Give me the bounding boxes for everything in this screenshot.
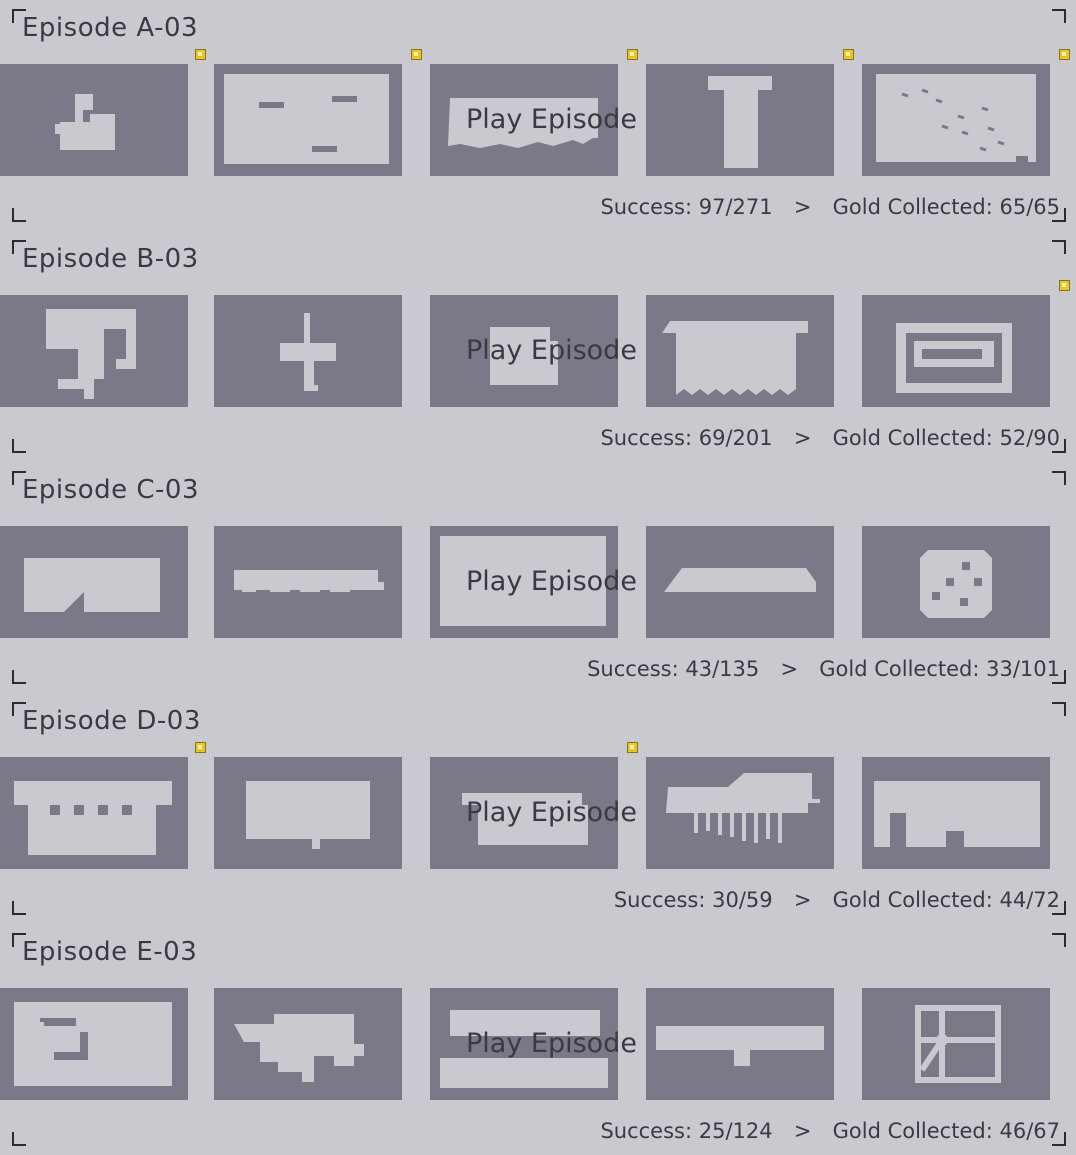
level-map-icon (896, 323, 1012, 393)
episode-title: Episode B-03 (22, 244, 199, 274)
success-count: Success: 30/59 (613, 888, 773, 912)
level-map-icon (708, 76, 772, 168)
level-map-icon (224, 74, 389, 164)
episode-title: Episode C-03 (22, 475, 199, 505)
episode-title: Episode D-03 (22, 706, 201, 736)
episode-row: Episode A-03 Play Episode Success: 97/27… (0, 0, 1076, 231)
success-count: Success: 97/271 (600, 195, 773, 219)
success-count: Success: 69/201 (600, 426, 773, 450)
episode-row: Episode E-03 Play Episode Success: 25/12… (0, 924, 1076, 1155)
chevron-right-icon: > (793, 195, 812, 219)
gold-collected-count: Gold Collected: 52/90 (832, 426, 1060, 450)
episode-row: Episode D-03 Play Episode Success: 30/59… (0, 693, 1076, 924)
level-thumbnail-1[interactable] (0, 526, 188, 638)
episode-stats: Success: 30/59 > Gold Collected: 44/72 (614, 886, 1060, 914)
frame-corner-bottom-left (12, 670, 26, 684)
level-thumbnail-2[interactable] (214, 526, 402, 638)
gold-collected-count: Gold Collected: 44/72 (832, 888, 1060, 912)
level-map-icon (234, 570, 384, 592)
level-thumbnail-1[interactable] (0, 988, 188, 1100)
level-map-icon (876, 74, 1036, 162)
gold-badge-icon (1059, 280, 1070, 291)
level-thumbnail-4[interactable] (646, 757, 834, 869)
episode-title: Episode E-03 (22, 937, 198, 967)
level-thumbnail-4[interactable] (646, 64, 834, 176)
level-thumbnail-4[interactable] (646, 526, 834, 638)
gold-badge-icon (195, 742, 206, 753)
level-thumbnail-1[interactable] (0, 757, 188, 869)
level-map-icon (662, 321, 808, 395)
level-map-icon (656, 1026, 824, 1066)
level-map-icon (874, 781, 1040, 847)
success-count: Success: 43/135 (587, 657, 760, 681)
level-map-icon (14, 781, 172, 855)
frame-corner-top-right (1052, 702, 1066, 716)
chevron-right-icon: > (780, 657, 799, 681)
level-map-icon (46, 309, 136, 399)
frame-corner-top-right (1052, 9, 1066, 23)
play-episode-button[interactable]: Play Episode (466, 335, 637, 367)
level-map-icon (280, 313, 336, 391)
level-map-icon (24, 558, 160, 612)
chevron-right-icon: > (793, 888, 812, 912)
gold-badge-icon (627, 742, 638, 753)
gold-badge-icon (411, 49, 422, 60)
level-thumbnail-2[interactable] (214, 757, 402, 869)
level-thumbnail-2[interactable] (214, 988, 402, 1100)
frame-corner-top-right (1052, 240, 1066, 254)
success-count: Success: 25/124 (600, 1119, 773, 1143)
level-thumbnail-1[interactable] (0, 295, 188, 407)
play-episode-button[interactable]: Play Episode (466, 104, 637, 136)
gold-badge-icon (1059, 49, 1070, 60)
level-thumbnail-5[interactable] (862, 757, 1050, 869)
level-map-icon (55, 94, 115, 150)
level-thumbnail-5[interactable] (862, 295, 1050, 407)
gold-badge-icon (843, 49, 854, 60)
episode-stats: Success: 25/124 > Gold Collected: 46/67 (600, 1117, 1060, 1145)
gold-collected-count: Gold Collected: 46/67 (832, 1119, 1060, 1143)
chevron-right-icon: > (793, 426, 812, 450)
level-thumbnail-4[interactable] (646, 295, 834, 407)
level-thumbnail-5[interactable] (862, 988, 1050, 1100)
level-thumbnail-5[interactable] (862, 64, 1050, 176)
frame-corner-bottom-left (12, 1132, 26, 1146)
episode-stats: Success: 43/135 > Gold Collected: 33/101 (587, 655, 1060, 683)
gold-badge-icon (195, 49, 206, 60)
play-episode-button[interactable]: Play Episode (466, 1028, 637, 1060)
gold-badge-icon (627, 49, 638, 60)
level-thumbnail-2[interactable] (214, 64, 402, 176)
level-thumbnail-2[interactable] (214, 295, 402, 407)
frame-corner-bottom-left (12, 439, 26, 453)
level-thumbnail-4[interactable] (646, 988, 834, 1100)
level-map-icon (14, 1002, 172, 1086)
play-episode-button[interactable]: Play Episode (466, 566, 637, 598)
level-map-icon (664, 568, 816, 592)
level-thumbnail-1[interactable] (0, 64, 188, 176)
gold-collected-count: Gold Collected: 33/101 (819, 657, 1060, 681)
level-map-icon (246, 781, 370, 849)
episode-stats: Success: 97/271 > Gold Collected: 65/65 (600, 193, 1060, 221)
frame-corner-top-right (1052, 933, 1066, 947)
level-thumbnail-5[interactable] (862, 526, 1050, 638)
frame-corner-bottom-left (12, 901, 26, 915)
level-map-icon (920, 550, 992, 618)
frame-corner-top-right (1052, 471, 1066, 485)
chevron-right-icon: > (793, 1119, 812, 1143)
level-map-icon (915, 1005, 1001, 1083)
episode-row: Episode B-03 Play Episode Success: 69/20… (0, 231, 1076, 462)
gold-collected-count: Gold Collected: 65/65 (832, 195, 1060, 219)
episode-row: Episode C-03 Play Episode Success: 43/13… (0, 462, 1076, 693)
level-map-icon (234, 1014, 364, 1082)
level-map-icon (666, 773, 820, 843)
frame-corner-bottom-left (12, 208, 26, 222)
episode-stats: Success: 69/201 > Gold Collected: 52/90 (600, 424, 1060, 452)
play-episode-button[interactable]: Play Episode (466, 797, 637, 829)
episode-title: Episode A-03 (22, 13, 199, 43)
